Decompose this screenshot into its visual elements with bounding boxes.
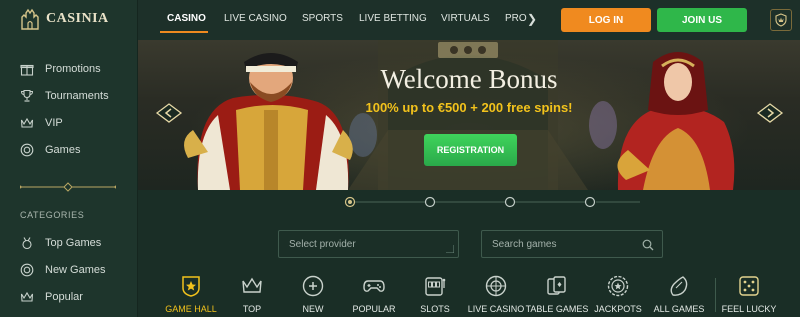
banner-subtitle: 100% up to €500 + 200 free spins! <box>365 100 573 115</box>
sidebar-item-label: Promotions <box>45 63 101 75</box>
crown-icon <box>20 291 34 302</box>
shield-star-icon <box>182 276 200 297</box>
nav-live-casino[interactable]: LIVE CASINO <box>224 13 287 24</box>
gamepad-icon <box>363 280 385 292</box>
provider-select[interactable]: Select provider <box>278 230 459 258</box>
category-label: TOP <box>242 304 262 314</box>
category-label: JACKPOTS <box>594 304 642 314</box>
category-label: NEW <box>302 304 324 314</box>
slide-dot-2[interactable] <box>424 196 436 208</box>
category-label: FEEL LUCKY <box>721 304 777 314</box>
prev-slide-arrow-icon[interactable] <box>155 102 183 124</box>
gift-icon <box>20 64 34 76</box>
jackpot-coin-icon <box>607 275 629 297</box>
trophy-icon <box>20 89 34 102</box>
cards-icon <box>547 276 566 295</box>
category-all-games[interactable]: ALL GAMES <box>639 274 719 317</box>
search-games-placeholder: Search games <box>492 239 557 250</box>
search-games-input[interactable]: Search games <box>481 230 663 258</box>
active-nav-underline <box>160 31 208 33</box>
banner-scene <box>184 40 735 190</box>
category-label: POPULAR <box>352 304 396 314</box>
slide-dot-1[interactable] <box>344 196 356 208</box>
slide-dot-4[interactable] <box>584 196 596 208</box>
sidebar-item-label: Popular <box>45 291 83 303</box>
sidebar-item-popular[interactable]: Popular <box>20 288 83 306</box>
sidebar-item-label: Tournaments <box>45 90 109 102</box>
sidebar-item-promotions[interactable]: Promotions <box>20 60 101 78</box>
nav-casino[interactable]: CASINO <box>167 13 206 24</box>
category-label: ALL GAMES <box>653 304 705 314</box>
welcome-banner: Welcome Bonus 100% up to €500 + 200 free… <box>138 40 800 190</box>
sidebar-item-tournaments[interactable]: Tournaments <box>20 87 109 105</box>
sidebar-item-label: VIP <box>45 117 63 129</box>
provider-select-placeholder: Select provider <box>289 239 356 250</box>
sidebar-item-vip[interactable]: VIP <box>20 114 63 132</box>
join-button[interactable]: JOIN US <box>657 8 747 32</box>
slide-dot-3[interactable] <box>504 196 516 208</box>
nav-pro[interactable]: PRO <box>505 13 527 24</box>
sidebar-item-label: Top Games <box>45 237 102 249</box>
banner-title: Welcome Bonus <box>380 64 558 94</box>
chevron-right-icon[interactable]: ❯ <box>527 12 537 26</box>
chip-icon <box>20 143 34 157</box>
sidebar: CASINIA Promotions Tournaments VIP Games… <box>0 0 138 317</box>
nav-virtuals[interactable]: VIRTUALS <box>441 13 490 24</box>
casinia-logo[interactable]: CASINIA <box>18 6 109 32</box>
logo-text: CASINIA <box>46 11 109 26</box>
search-icon[interactable] <box>642 239 654 251</box>
fruit-icon <box>670 276 688 296</box>
category-label: SLOTS <box>420 304 450 314</box>
castle-logo-icon <box>21 8 39 30</box>
crown-icon <box>20 117 34 128</box>
dice-icon <box>739 276 759 296</box>
sidebar-item-label: New Games <box>45 264 106 276</box>
category-feel-lucky[interactable]: FEEL LUCKY <box>709 274 789 317</box>
crown-icon <box>242 277 262 293</box>
nav-sports[interactable]: SPORTS <box>302 13 343 24</box>
category-label: GAME HALL <box>165 304 217 314</box>
category-label: LIVE CASINO <box>467 304 525 314</box>
chip-icon <box>20 263 34 277</box>
slider-pagination <box>344 196 640 208</box>
next-slide-arrow-icon[interactable] <box>756 102 784 124</box>
new-chip-icon <box>302 275 324 297</box>
nav-live-betting[interactable]: LIVE BETTING <box>359 13 427 24</box>
crest-icon <box>775 13 787 27</box>
slot-machine-icon <box>425 277 446 296</box>
registration-button[interactable]: REGISTRATION <box>424 134 517 166</box>
roulette-icon <box>485 275 507 297</box>
sidebar-item-new-games[interactable]: New Games <box>20 261 106 279</box>
sidebar-item-games[interactable]: Games <box>20 141 80 159</box>
select-corner-icon <box>446 245 454 253</box>
vip-crest-button[interactable] <box>770 9 792 31</box>
login-button[interactable]: LOG IN <box>561 8 651 32</box>
sidebar-item-label: Games <box>45 144 81 156</box>
sidebar-item-top-games[interactable]: Top Games <box>20 234 101 252</box>
medal-icon <box>22 237 32 250</box>
